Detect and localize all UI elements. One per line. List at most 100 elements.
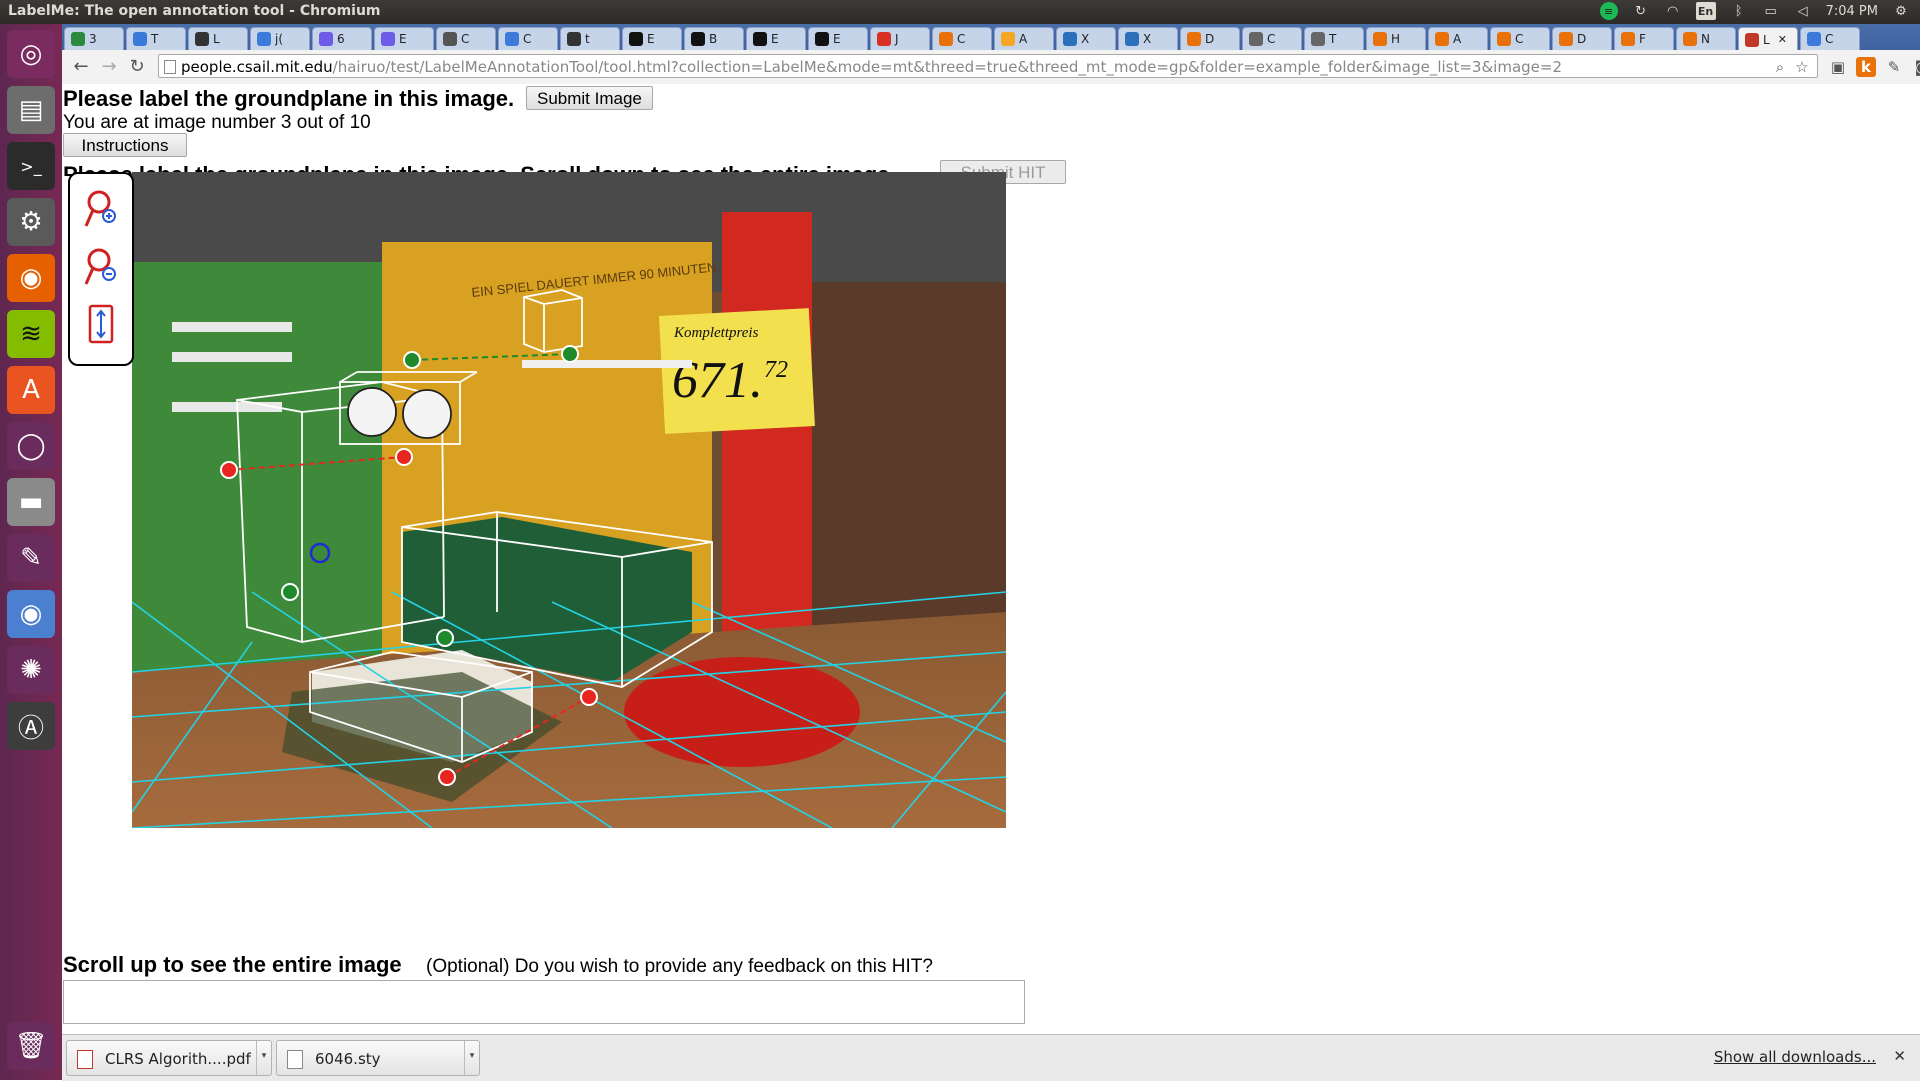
- red-control-point[interactable]: [438, 768, 456, 786]
- launcher: ◎ ▤ >_ ⚙ ◉ ≋ A ◯ ▬ ✎ ◉ ✺ Ⓐ 🗑: [0, 24, 62, 1080]
- shelf: [522, 360, 692, 368]
- chromium-icon[interactable]: ◉: [7, 590, 55, 638]
- browser-tab[interactable]: A: [994, 27, 1054, 50]
- zoom-in-icon[interactable]: [84, 188, 118, 232]
- color-app-icon[interactable]: ◯: [7, 422, 55, 470]
- fit-to-screen-icon[interactable]: [84, 302, 118, 346]
- green-control-point[interactable]: [561, 345, 579, 363]
- browser-tab[interactable]: T: [1304, 27, 1364, 50]
- battery-icon[interactable]: ▭: [1762, 2, 1780, 20]
- browser-tab[interactable]: C: [1242, 27, 1302, 50]
- browser-tab[interactable]: E: [374, 27, 434, 50]
- settings-gear-icon[interactable]: ⚙: [1892, 2, 1910, 20]
- wifi-icon[interactable]: ◠: [1664, 2, 1682, 20]
- address-bar[interactable]: people.csail.mit.edu/hairuo/test/LabelMe…: [158, 54, 1818, 78]
- browser-tab[interactable]: E: [746, 27, 806, 50]
- browser-tab[interactable]: E: [808, 27, 868, 50]
- browser-tab[interactable]: T: [126, 27, 186, 50]
- browser-tab[interactable]: A: [1428, 27, 1488, 50]
- browser-tab[interactable]: j(: [250, 27, 310, 50]
- back-icon[interactable]: ←: [70, 56, 92, 78]
- forward-icon[interactable]: →: [98, 56, 120, 78]
- files-icon[interactable]: ▤: [7, 86, 55, 134]
- red-control-point[interactable]: [395, 448, 413, 466]
- feedback-textarea[interactable]: [63, 980, 1025, 1024]
- browser-tab[interactable]: t: [560, 27, 620, 50]
- tab-favicon-icon: [1559, 32, 1573, 46]
- browser-tab[interactable]: D: [1552, 27, 1612, 50]
- tab-title: T: [1329, 32, 1337, 46]
- browser-tab[interactable]: 6: [312, 27, 372, 50]
- zoom-out-icon[interactable]: [84, 246, 118, 290]
- spotify-icon[interactable]: ≋: [7, 310, 55, 358]
- instructions-button[interactable]: Instructions: [63, 133, 187, 157]
- clock[interactable]: 7:04 PM: [1826, 2, 1878, 20]
- download-item[interactable]: CLRS Algorith....pdf ▾: [66, 1040, 272, 1076]
- reload-icon[interactable]: ↻: [126, 56, 148, 78]
- shelf: [172, 402, 282, 412]
- browser-tab[interactable]: C: [932, 27, 992, 50]
- browser-tab[interactable]: L: [188, 27, 248, 50]
- software-center-icon[interactable]: A: [7, 366, 55, 414]
- green-control-point[interactable]: [403, 351, 421, 369]
- green-control-point[interactable]: [281, 583, 299, 601]
- submit-image-button[interactable]: Submit Image: [526, 86, 653, 110]
- tab-title: E: [399, 32, 407, 46]
- download-item[interactable]: 6046.sty ▾: [276, 1040, 480, 1076]
- trash-icon[interactable]: 🗑: [7, 1022, 55, 1070]
- keyboard-language-indicator[interactable]: En: [1695, 2, 1716, 20]
- bluetooth-icon[interactable]: ᛒ: [1730, 2, 1748, 20]
- dash-home-icon[interactable]: ◎: [7, 30, 55, 78]
- browser-tab[interactable]: L ✕: [1738, 27, 1798, 51]
- extension-wand-icon[interactable]: ✎: [1884, 57, 1904, 77]
- tab-title: X: [1143, 32, 1152, 46]
- bookmark-star-icon[interactable]: ☆: [1792, 57, 1812, 77]
- zoom-icon[interactable]: ⌕: [1770, 57, 1790, 77]
- download-menu-chevron-icon[interactable]: ▾: [464, 1041, 479, 1075]
- tab-favicon-icon: [71, 32, 85, 46]
- extension-puzzle-icon[interactable]: ▣: [1828, 57, 1848, 77]
- browser-tab[interactable]: C: [1800, 27, 1860, 50]
- spotify-indicator-icon[interactable]: ≡: [1599, 2, 1618, 20]
- browser-tab[interactable]: J: [870, 27, 930, 50]
- download-shelf: CLRS Algorith....pdf ▾ 6046.sty ▾ Show a…: [62, 1034, 1920, 1081]
- browser-tab[interactable]: C: [1490, 27, 1550, 50]
- browser-tab[interactable]: C: [498, 27, 558, 50]
- annotation-canvas[interactable]: Komplettpreis 671. 72 EIN SPIEL DAUERT I…: [132, 172, 1006, 828]
- browser-tab[interactable]: B: [684, 27, 744, 50]
- firefox-icon[interactable]: ◉: [7, 254, 55, 302]
- red-control-point[interactable]: [580, 688, 598, 706]
- tab-favicon-icon: [1497, 32, 1511, 46]
- green-control-point[interactable]: [436, 629, 454, 647]
- browser-tab[interactable]: 3: [64, 27, 124, 50]
- system-settings-icon[interactable]: ⚙: [7, 198, 55, 246]
- shotwell-icon[interactable]: ✺: [7, 646, 55, 694]
- page-content: Please label the groundplane in this ima…: [62, 84, 1920, 1034]
- updater-icon[interactable]: Ⓐ: [7, 702, 55, 750]
- browser-tab[interactable]: N: [1676, 27, 1736, 50]
- drawing-app-icon[interactable]: ✎: [7, 534, 55, 582]
- browser-tab[interactable]: E: [622, 27, 682, 50]
- sync-icon[interactable]: ↻: [1632, 2, 1650, 20]
- browser-tab[interactable]: H: [1366, 27, 1426, 50]
- browser-tab[interactable]: D: [1180, 27, 1240, 50]
- download-menu-chevron-icon[interactable]: ▾: [256, 1041, 271, 1075]
- tab-favicon-icon: [1683, 32, 1697, 46]
- tab-close-icon[interactable]: ✕: [1778, 33, 1787, 46]
- browser-tab[interactable]: X: [1056, 27, 1116, 50]
- browser-tab[interactable]: C: [436, 27, 496, 50]
- extension-k-icon[interactable]: k: [1856, 57, 1876, 77]
- browser-tab[interactable]: F: [1614, 27, 1674, 50]
- tab-title: 3: [89, 32, 97, 46]
- tab-title: A: [1019, 32, 1028, 46]
- terminal-icon[interactable]: >_: [7, 142, 55, 190]
- drive-icon[interactable]: ▬: [7, 478, 55, 526]
- tab-favicon-icon: [381, 32, 395, 46]
- pocket-icon[interactable]: ◙: [1912, 57, 1920, 77]
- volume-icon[interactable]: ◁: [1794, 2, 1812, 20]
- tab-favicon-icon: [1621, 32, 1635, 46]
- close-icon[interactable]: ✕: [1893, 1047, 1906, 1065]
- show-all-downloads-link[interactable]: Show all downloads...: [1714, 1048, 1876, 1066]
- browser-tab[interactable]: X: [1118, 27, 1178, 50]
- red-control-point[interactable]: [220, 461, 238, 479]
